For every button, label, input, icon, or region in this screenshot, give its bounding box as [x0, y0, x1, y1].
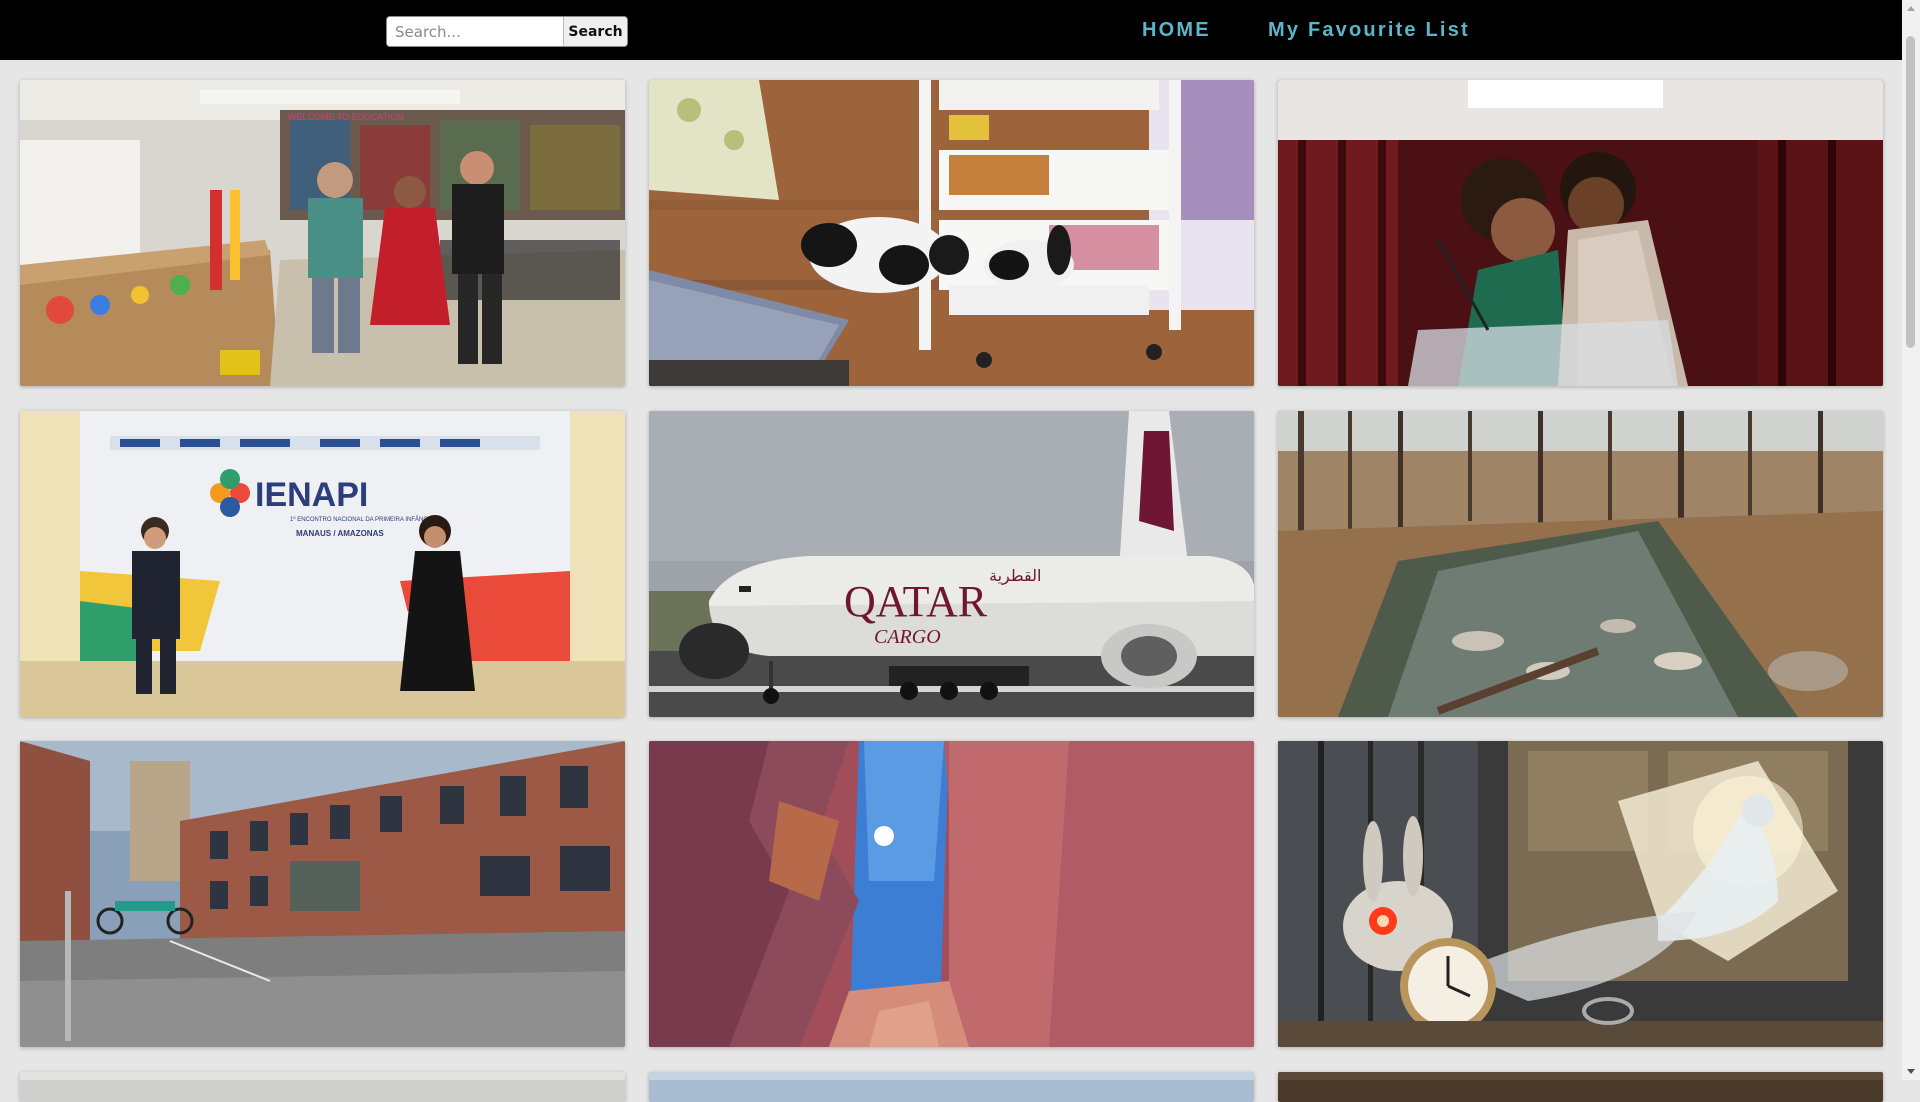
photo-embrace-at-podium	[1278, 80, 1883, 386]
page-scrollbar[interactable]	[1902, 0, 1920, 1080]
search-form: Search	[386, 16, 628, 47]
search-button[interactable]: Search	[563, 17, 627, 46]
photo-makerspace-group: WELCOME TO EDUCATION	[20, 80, 625, 386]
qatar-livery-text: QATAR	[844, 577, 988, 626]
scroll-up-arrow-icon[interactable]	[1907, 6, 1915, 11]
gallery-item-forest-creek[interactable]	[1278, 411, 1883, 717]
gallery-item-partial-3[interactable]	[1278, 1072, 1883, 1102]
photo-brick-building-courtyard	[20, 741, 625, 1047]
ienapi-banner-location: MANAUS / AMAZONAS	[296, 529, 384, 538]
qatar-livery-sub: CARGO	[874, 626, 941, 648]
welcome-banner-text: WELCOME TO EDUCATION	[288, 112, 404, 122]
photo-partial-row-2	[649, 1072, 1254, 1102]
gallery-item-brick-courtyard[interactable]	[20, 741, 625, 1047]
search-input[interactable]	[387, 17, 563, 46]
scrollbar-thumb[interactable]	[1906, 36, 1915, 348]
top-navbar: Search HOME My Favourite List	[0, 0, 1902, 60]
photo-rabbit-clock-ghost	[1278, 741, 1883, 1047]
photo-cat-and-rabbit	[649, 80, 1254, 386]
photo-ienapi-event: IENAPI 1º ENCONTRO NACIONAL DA PRIMEIRA …	[20, 411, 625, 717]
gallery-item-slot-canyon[interactable]	[649, 741, 1254, 1047]
nav-favourite-list-link[interactable]: My Favourite List	[1268, 18, 1470, 42]
photo-slot-canyon	[649, 741, 1254, 1047]
gallery-item-ienapi[interactable]: IENAPI 1º ENCONTRO NACIONAL DA PRIMEIRA …	[20, 411, 625, 717]
qatar-livery-arabic: القطرية	[989, 566, 1041, 586]
gallery-item-partial-1[interactable]	[20, 1072, 625, 1102]
gallery-item-cat-rabbit[interactable]	[649, 80, 1254, 386]
gallery-item-qatar-plane[interactable]: QATAR CARGO القطرية	[649, 411, 1254, 717]
photo-forest-creek	[1278, 411, 1883, 717]
gallery-item-partial-2[interactable]	[649, 1072, 1254, 1102]
photo-qatar-cargo-plane: QATAR CARGO القطرية	[649, 411, 1254, 717]
ienapi-banner-title: IENAPI	[255, 476, 368, 514]
photo-partial-row-1	[20, 1072, 625, 1102]
scroll-down-arrow-icon[interactable]	[1907, 1069, 1915, 1074]
nav-home-link[interactable]: HOME	[1142, 18, 1211, 42]
ienapi-banner-subtitle: 1º ENCONTRO NACIONAL DA PRIMEIRA INFÂNCI…	[290, 516, 433, 523]
gallery-item-makerspace[interactable]: WELCOME TO EDUCATION	[20, 80, 625, 386]
photo-partial-row-3	[1278, 1072, 1883, 1102]
gallery-item-embrace[interactable]	[1278, 80, 1883, 386]
gallery-item-rabbit-clock[interactable]	[1278, 741, 1883, 1047]
